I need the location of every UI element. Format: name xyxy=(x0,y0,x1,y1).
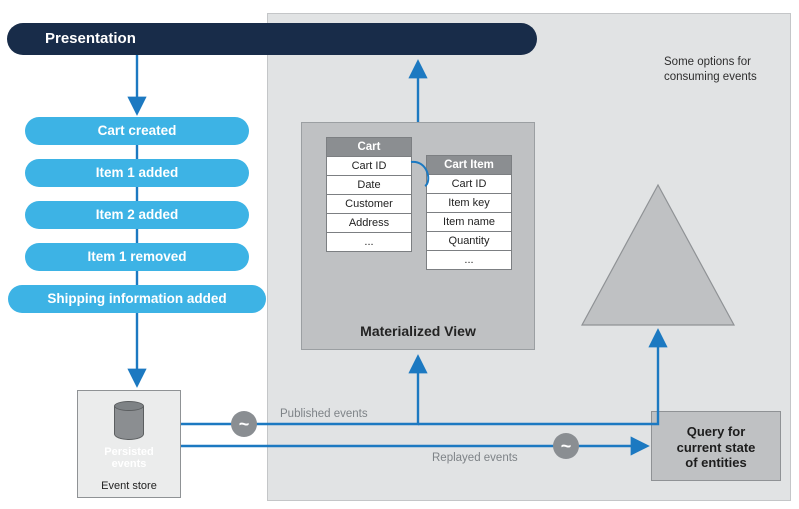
tilde-node-icon xyxy=(231,411,257,437)
persisted-events-label: Persisted events xyxy=(78,446,180,470)
cart-item-table: Cart Item Cart ID Item key Item name Qua… xyxy=(426,155,512,270)
event-item2-added: Item 2 added xyxy=(25,201,249,229)
presentation-bar: Presentation xyxy=(7,23,537,55)
event-store-label: Event store xyxy=(78,480,180,492)
database-icon xyxy=(114,401,144,443)
external-systems-label: External systems and applications xyxy=(604,241,710,288)
cart-item-table-header: Cart Item xyxy=(427,156,511,175)
cart-table-cell: Customer xyxy=(327,195,411,214)
cart-table-cell: Date xyxy=(327,176,411,195)
cart-table: Cart Cart ID Date Customer Address ... xyxy=(326,137,412,252)
note-text: Some options for consuming events xyxy=(664,55,784,85)
event-shipping-added: Shipping information added xyxy=(8,285,266,313)
event-label: Shipping information added xyxy=(47,291,226,306)
cart-table-cell: ... xyxy=(327,233,411,251)
query-box: Query for current state of entities xyxy=(651,411,781,481)
cart-item-table-cell: Item name xyxy=(427,213,511,232)
event-store: Persisted events Event store xyxy=(77,390,181,498)
event-label: Cart created xyxy=(98,123,177,138)
event-label: Item 1 removed xyxy=(87,249,186,264)
event-label: Item 1 added xyxy=(96,165,179,180)
cart-table-cell: Cart ID xyxy=(327,157,411,176)
event-label: Item 2 added xyxy=(96,207,179,222)
cart-table-cell: Address xyxy=(327,214,411,233)
svg-text:~: ~ xyxy=(239,414,250,434)
event-item1-removed: Item 1 removed xyxy=(25,243,249,271)
published-events-label: Published events xyxy=(280,408,368,420)
materialized-view-panel: Cart Cart ID Date Customer Address ... C… xyxy=(301,122,535,350)
cart-item-table-cell: Quantity xyxy=(427,232,511,251)
event-item1-added: Item 1 added xyxy=(25,159,249,187)
cart-item-table-cell: Item key xyxy=(427,194,511,213)
cart-table-header: Cart xyxy=(327,138,411,157)
cart-item-table-cell: Cart ID xyxy=(427,175,511,194)
event-cart-created: Cart created xyxy=(25,117,249,145)
materialized-view-title: Materialized View xyxy=(302,323,534,339)
replayed-events-label: Replayed events xyxy=(432,452,518,464)
cart-item-table-cell: ... xyxy=(427,251,511,269)
presentation-label: Presentation xyxy=(45,30,136,47)
